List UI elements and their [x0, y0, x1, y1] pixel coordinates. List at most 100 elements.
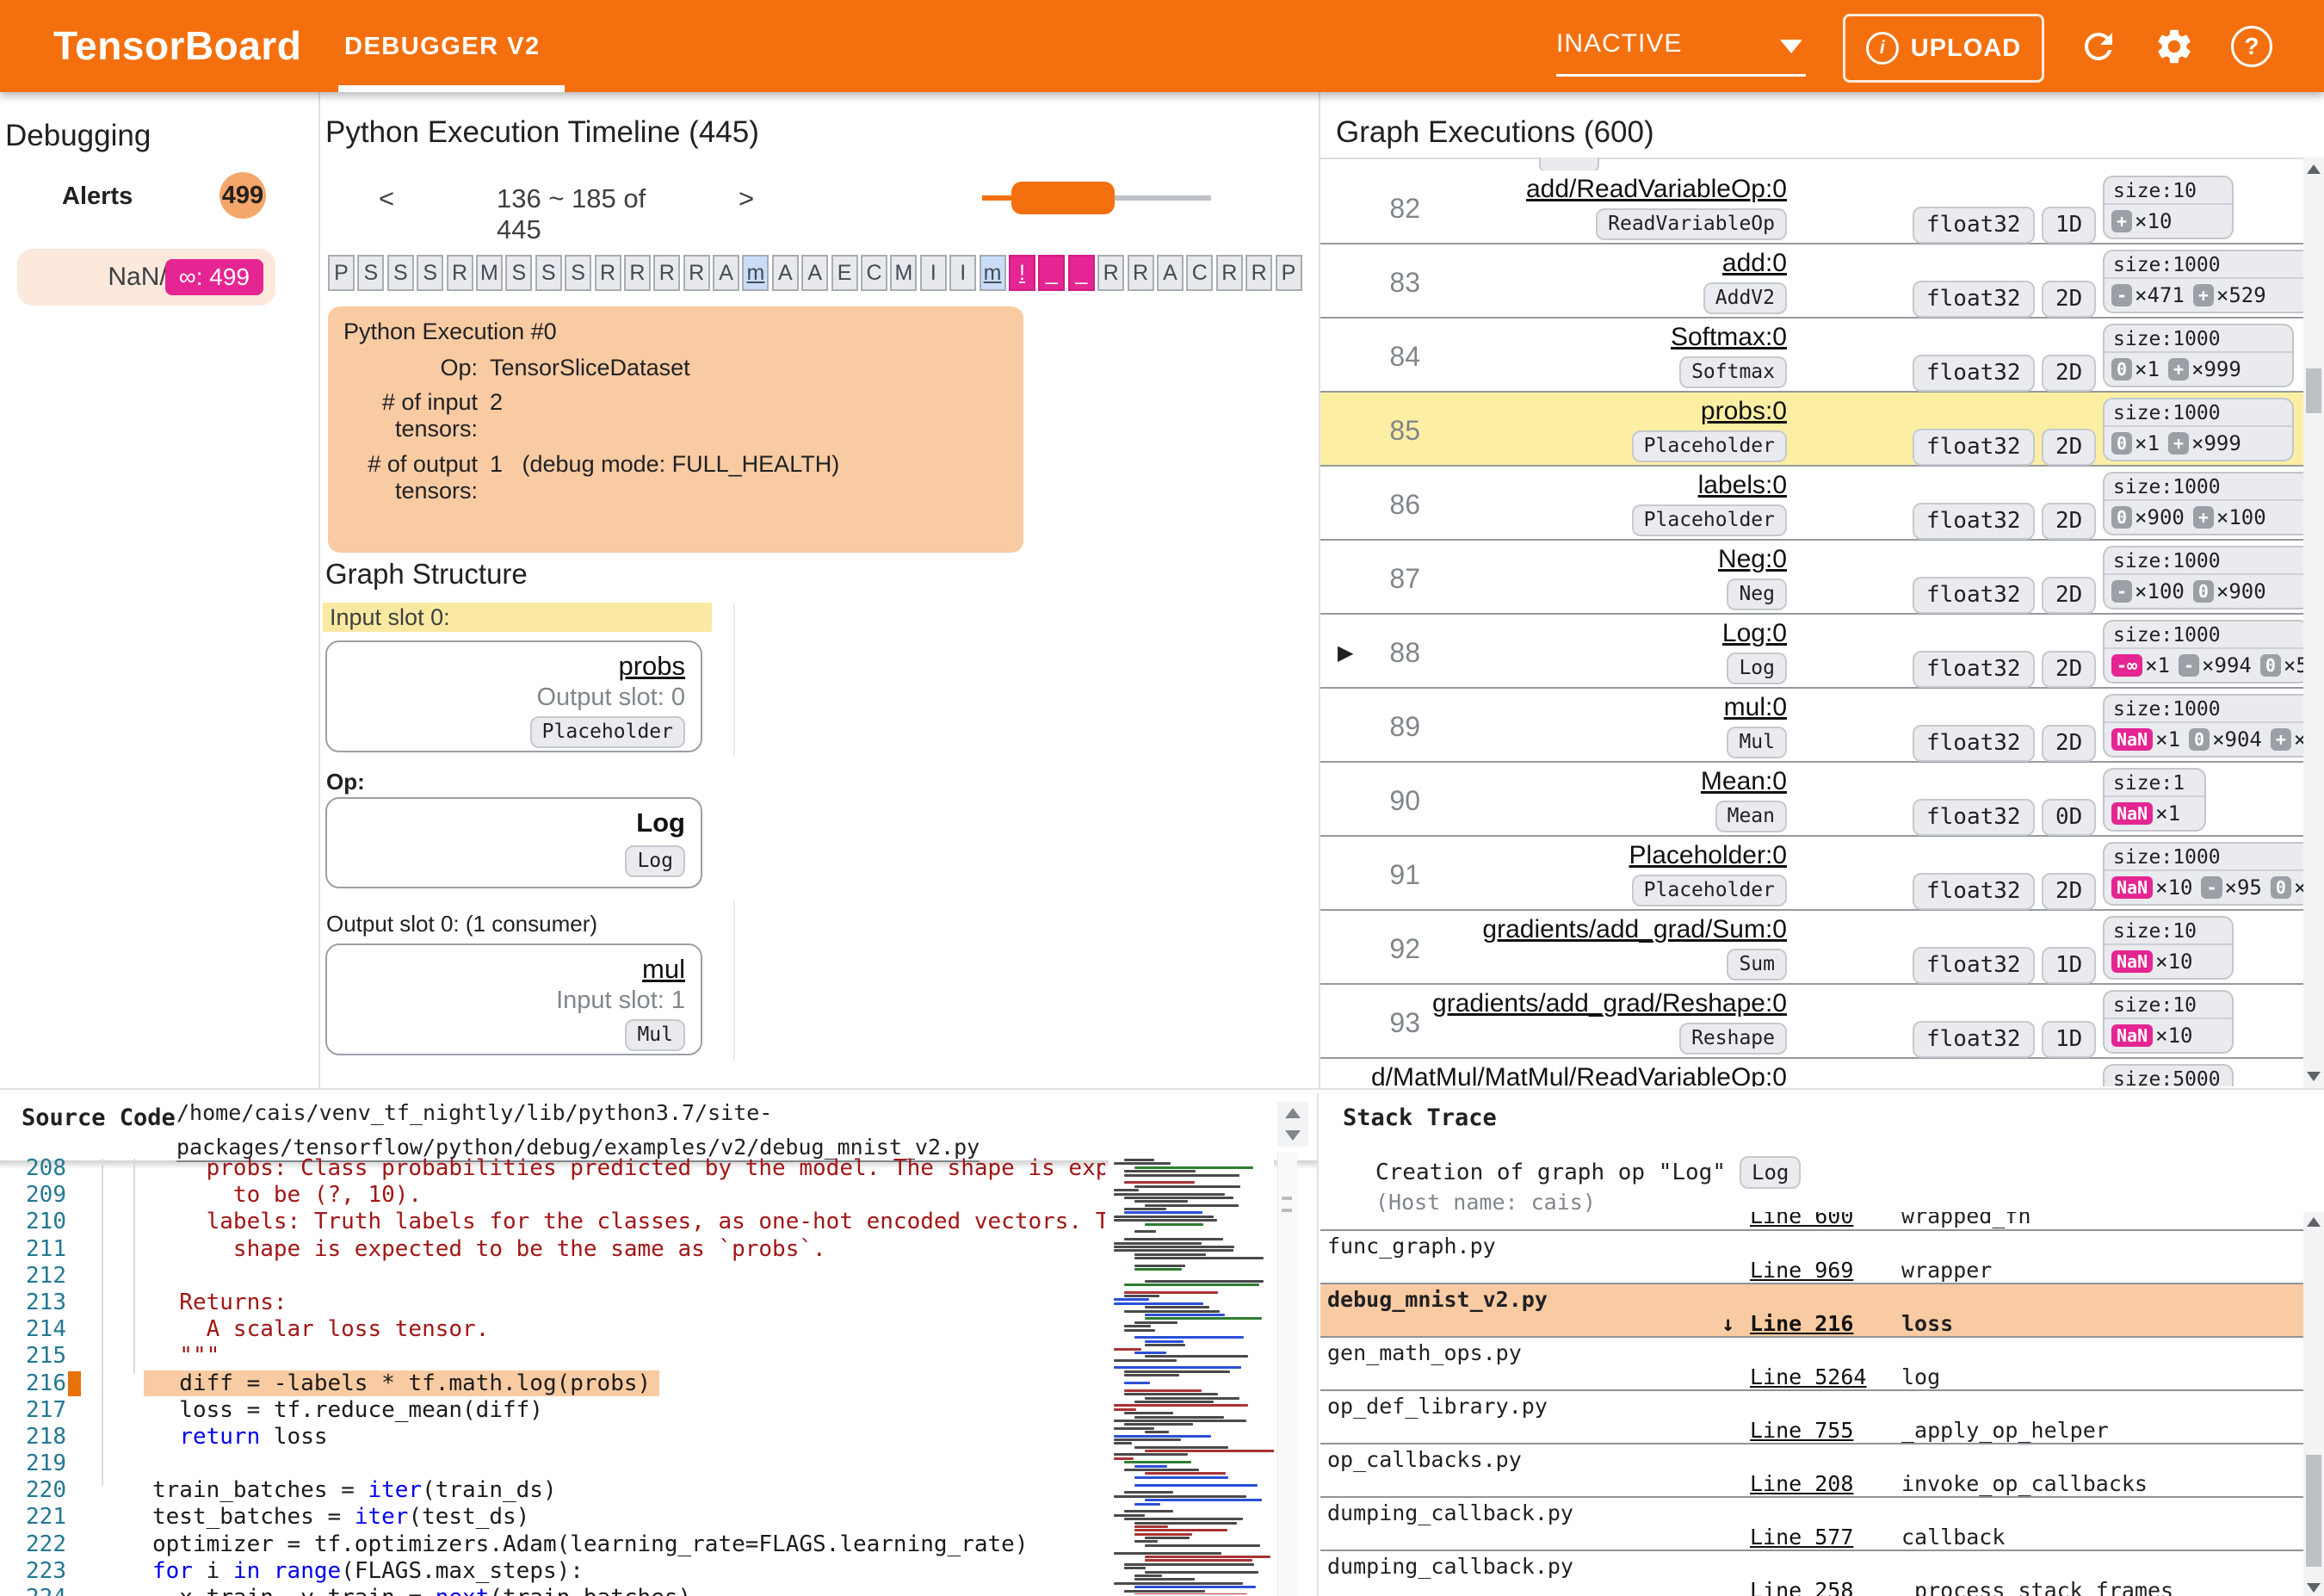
tensor-name-link[interactable]: Log:0 — [1722, 619, 1787, 647]
timeline-tile[interactable]: R — [446, 255, 473, 291]
timeline-tile[interactable]: P — [328, 255, 355, 291]
timeline-tile[interactable]: m — [742, 255, 770, 291]
tensor-name-link[interactable]: probs:0 — [1701, 397, 1787, 425]
stack-frame-line-link[interactable]: Line 600 — [1750, 1212, 1853, 1228]
timeline-tile[interactable]: P — [1275, 255, 1302, 291]
run-status-dropdown[interactable]: INACTIVE — [1556, 29, 1806, 77]
stack-frame[interactable]: dumping_callback.py Line 577 callback — [1320, 1498, 2303, 1551]
timeline-tile[interactable]: A — [1156, 255, 1184, 291]
tensor-name-link[interactable]: d/MatMul/MatMul/ReadVariableOp:0 — [1371, 1063, 1787, 1086]
consumer-node-name-link[interactable]: mul — [327, 954, 685, 985]
stack-frame[interactable]: dumping_callback.py Line 258 _process_stac… — [1320, 1551, 2303, 1596]
timeline-tile[interactable]: I — [949, 255, 977, 291]
stack-frame[interactable]: func_graph.py Line 969 wrapper — [1320, 1231, 2303, 1284]
timeline-tile[interactable]: R — [594, 255, 621, 291]
stack-frame[interactable]: gen_math_ops.py Line 5264 log — [1320, 1338, 2303, 1391]
tab-debugger-v2[interactable]: DEBUGGER V2 — [344, 33, 541, 61]
graph-execution-row[interactable]: 85 probs:0 Placeholder float32 2D size:1000 0 ×… — [1320, 393, 2303, 467]
refresh-icon[interactable] — [2076, 24, 2121, 69]
code-minimap[interactable] — [1109, 1159, 1274, 1594]
consumer-node-card[interactable]: mul Input slot: 1 Mul — [325, 943, 702, 1055]
scroll-up-icon[interactable] — [2307, 1217, 2321, 1227]
graph-execution-row[interactable]: 82 add/ReadVariableOp:0 ReadVariableOp floa… — [1320, 170, 2303, 244]
graph-execution-row[interactable]: 83 add:0 AddV2 float32 2D size:1000- ×471 + ×529 — [1320, 244, 2303, 319]
scrollbar-thumb[interactable] — [2306, 368, 2321, 413]
timeline-tile[interactable]: R — [1097, 255, 1125, 291]
stack-frame[interactable]: Line 600 wrapped_fn — [1320, 1212, 2303, 1231]
timeline-tile[interactable]: S — [535, 255, 562, 291]
graph-execution-row[interactable]: 86 labels:0 Placeholder float32 2D size:1000 0… — [1320, 467, 2303, 541]
input-node-card[interactable]: probs Output slot: 0 Placeholder — [325, 640, 702, 752]
timeline-tile[interactable]: _ — [1067, 255, 1095, 291]
timeline-tile[interactable]: R — [1127, 255, 1154, 291]
timeline-tile[interactable]: M — [475, 255, 503, 291]
timeline-tile[interactable]: S — [565, 255, 592, 291]
gear-icon[interactable] — [2152, 24, 2197, 69]
help-icon[interactable]: ? — [2229, 24, 2274, 69]
upload-button[interactable]: i UPLOAD — [1843, 14, 2044, 83]
graph-execution-row[interactable]: ▶ 88 Log:0 Log float32 2D size:1000 -∞ ×1- ×994 0 ×… — [1320, 615, 2303, 689]
timeline-tile[interactable]: I — [919, 255, 947, 291]
stack-frame-line-link[interactable]: Line 258 — [1750, 1578, 1853, 1596]
tensor-name-link[interactable]: add/ReadVariableOp:0 — [1526, 175, 1787, 203]
graph-execution-row[interactable]: 92 gradients/add_grad/Sum:0 Sum float32 1D si… — [1320, 911, 2303, 985]
graph-execution-row[interactable]: d/MatMul/MatMul/ReadVariableOp:0 size:500… — [1320, 1059, 2303, 1086]
timeline-tile[interactable]: _ — [1038, 255, 1066, 291]
timeline-tile[interactable]: A — [801, 255, 829, 291]
alert-type-nan-inf[interactable]: NaN/ ∞: 499 — [17, 249, 275, 306]
tensor-name-link[interactable]: mul:0 — [1724, 693, 1787, 721]
tensor-name-link[interactable]: Mean:0 — [1701, 767, 1787, 795]
stack-frame[interactable]: op_callbacks.py Line 208 invoke_op_callbac… — [1320, 1444, 2303, 1498]
stack-frame[interactable]: op_def_library.py Line 755 _apply_op_helpe… — [1320, 1391, 2303, 1444]
scroll-down-icon[interactable] — [2307, 1583, 2321, 1593]
graph-execution-row[interactable]: 90 Mean:0 Mean float32 0D size:1 NaN ×1 — [1320, 763, 2303, 837]
tensor-name-link[interactable]: gradients/add_grad/Reshape:0 — [1432, 989, 1787, 1018]
timeline-tile[interactable]: C — [861, 255, 888, 291]
timeline-prev-button[interactable]: < — [379, 183, 394, 214]
timeline-tile[interactable]: ! — [1008, 255, 1035, 291]
stack-frame-line-link[interactable]: Line 5264 — [1750, 1364, 1866, 1389]
timeline-tile[interactable]: S — [357, 255, 385, 291]
timeline-tile[interactable]: A — [713, 255, 740, 291]
timeline-tile[interactable]: S — [386, 255, 414, 291]
timeline-tile[interactable]: m — [979, 255, 1006, 291]
timeline-tile[interactable]: C — [1186, 255, 1214, 291]
tensor-name-link[interactable]: labels:0 — [1698, 471, 1787, 499]
scroll-up-icon[interactable] — [1285, 1108, 1301, 1118]
stack-frame-line-link[interactable]: Line 208 — [1750, 1471, 1853, 1496]
timeline-tile[interactable]: S — [505, 255, 533, 291]
timeline-tile[interactable]: E — [831, 255, 858, 291]
tensor-name-link[interactable]: gradients/add_grad/Sum:0 — [1482, 915, 1787, 943]
graph-execution-row[interactable]: 89mul:0Mulfloat322Dsize:1000NaN×10×904+×… — [1320, 689, 2303, 763]
graph-execution-row[interactable]: 93 gradients/add_grad/Reshape:0 Reshape flo… — [1320, 985, 2303, 1059]
stack-frame-line-link[interactable]: Line 577 — [1750, 1525, 1853, 1550]
timeline-tile[interactable]: R — [1215, 255, 1243, 291]
graph-execution-row[interactable]: 91 Placeholder:0 Placeholder float32 2D size:… — [1320, 837, 2303, 911]
timeline-tile[interactable]: A — [771, 255, 799, 291]
tensor-name-link[interactable]: add:0 — [1722, 249, 1787, 277]
scroll-up-icon[interactable] — [2307, 164, 2321, 174]
tensor-name-link[interactable]: Softmax:0 — [1671, 323, 1787, 351]
graph-execution-row[interactable]: 87 Neg:0 Neg float32 2D size:1000- ×100 0 ×900 — [1320, 541, 2303, 615]
graph-executions-scrollbar[interactable] — [2303, 158, 2324, 1088]
timeline-next-button[interactable]: > — [739, 183, 754, 214]
tensor-name-link[interactable]: Placeholder:0 — [1629, 841, 1787, 869]
timeline-tile[interactable]: R — [1245, 255, 1273, 291]
scroll-down-icon[interactable] — [1285, 1130, 1301, 1141]
timeline-tile[interactable]: M — [890, 255, 918, 291]
input-node-name-link[interactable]: probs — [327, 651, 685, 682]
graph-execution-row[interactable]: 84 Softmax:0 Softmax float32 2D size:1000 0 ×1 +… — [1320, 319, 2303, 393]
tensor-name-link[interactable]: Neg:0 — [1718, 545, 1787, 573]
stack-frame[interactable]: debug_mnist_v2.py ↓ Line 216 loss — [1320, 1284, 2303, 1338]
source-code-scrollbar[interactable] — [1277, 1152, 1297, 1596]
stack-frame-line-link[interactable]: Line 755 — [1750, 1418, 1853, 1443]
timeline-tile[interactable]: R — [623, 255, 651, 291]
stack-frame-line-link[interactable]: Line 969 — [1750, 1258, 1853, 1283]
timeline-tile[interactable]: R — [683, 255, 710, 291]
scrollbar-thumb[interactable] — [2306, 1455, 2321, 1567]
timeline-tile[interactable]: R — [653, 255, 681, 291]
timeline-tile[interactable]: S — [417, 255, 444, 291]
stack-frame-line-link[interactable]: Line 216 — [1750, 1311, 1853, 1336]
timeline-slider-thumb[interactable] — [1011, 182, 1115, 214]
source-scroll-buttons[interactable] — [1277, 1102, 1308, 1147]
